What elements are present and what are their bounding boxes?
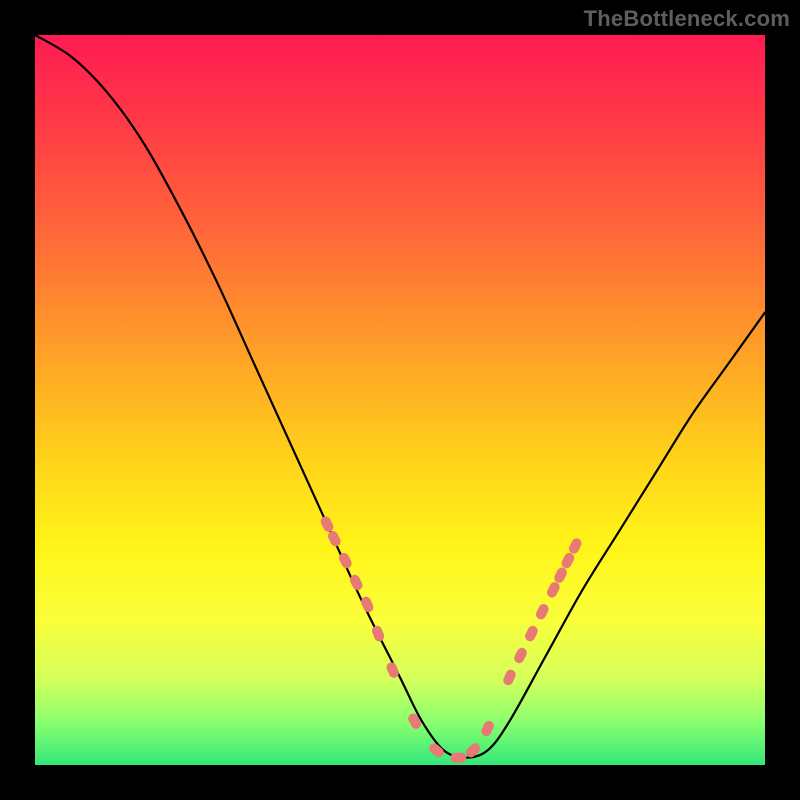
highlight-dot [560, 551, 576, 570]
chart-svg [35, 35, 765, 765]
highlight-dot [523, 624, 539, 643]
highlight-dot [553, 566, 569, 585]
highlight-dot [427, 741, 446, 759]
highlight-dot [450, 753, 466, 763]
highlight-dot [480, 719, 496, 738]
highlight-dot [359, 595, 374, 614]
watermark-text: TheBottleneck.com [584, 6, 790, 32]
highlight-dots-group [319, 515, 583, 763]
highlight-dot [512, 646, 528, 665]
highlight-dot [534, 602, 550, 621]
highlight-dot [406, 712, 422, 731]
chart-frame: TheBottleneck.com [0, 0, 800, 800]
bottleneck-curve-path [35, 35, 765, 758]
highlight-dot [545, 580, 561, 599]
highlight-dot [502, 668, 518, 687]
plot-area [35, 35, 765, 765]
highlight-dot [385, 661, 400, 680]
highlight-dot [371, 624, 386, 643]
highlight-dot [567, 537, 583, 556]
highlight-dot [319, 515, 335, 534]
highlight-dot [326, 529, 342, 548]
